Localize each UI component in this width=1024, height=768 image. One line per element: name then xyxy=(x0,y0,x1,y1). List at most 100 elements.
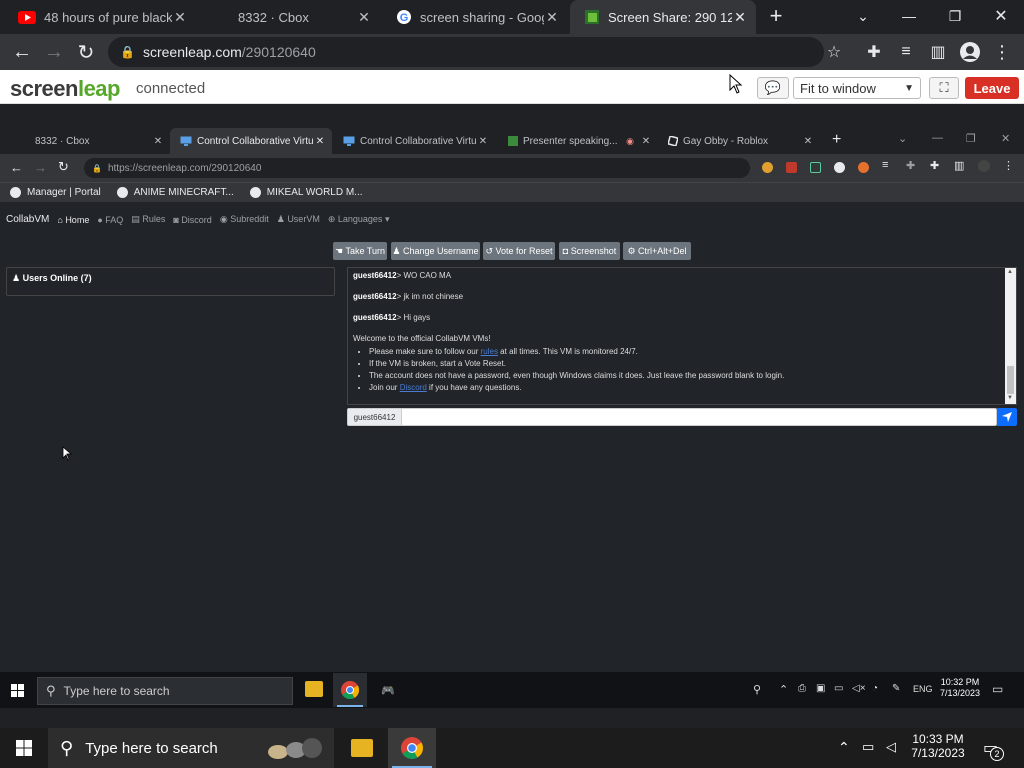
close-icon[interactable]: ✕ xyxy=(544,9,560,26)
back-icon[interactable]: ← xyxy=(10,160,23,175)
chrome-taskbar-item[interactable] xyxy=(333,673,367,707)
extension-cookie-icon[interactable] xyxy=(762,162,773,173)
windows-start-icon[interactable] xyxy=(11,684,24,697)
extension-puzzle-icon[interactable]: ✚ xyxy=(906,159,915,172)
take-turn-button[interactable]: ☚ Take Turn xyxy=(333,242,387,260)
scroll-up-icon[interactable]: ▲ xyxy=(1007,269,1013,275)
outer-address-bar[interactable]: 🔒 screenleap.com/290120640 xyxy=(108,37,824,67)
scroll-thumb[interactable] xyxy=(1007,366,1014,394)
leave-button[interactable]: Leave xyxy=(965,77,1019,99)
outer-tab-youtube[interactable]: 48 hours of pure black ✕ xyxy=(4,0,196,34)
new-tab-icon[interactable]: + xyxy=(758,0,794,32)
restore-icon[interactable]: ❐ xyxy=(966,132,976,145)
back-icon[interactable]: ← xyxy=(6,34,38,70)
extensions-icon[interactable]: ✚ xyxy=(930,159,939,172)
profile-icon[interactable] xyxy=(954,34,986,70)
close-icon[interactable]: ✕ xyxy=(152,136,164,147)
nav-uservm[interactable]: ♟ UserVM xyxy=(277,214,320,225)
change-username-button[interactable]: ♟ Change Username xyxy=(391,242,480,260)
close-icon[interactable]: ✕ xyxy=(802,136,814,147)
game-icon[interactable]: 🎮 xyxy=(381,684,395,697)
pen-icon[interactable]: ✎ xyxy=(892,683,900,694)
extensions-icon[interactable]: ✚ xyxy=(858,34,890,70)
side-panel-icon[interactable]: ▥ xyxy=(954,159,964,172)
network-icon[interactable]: ▭ xyxy=(862,739,874,755)
outer-tab-google[interactable]: G screen sharing - Google ✕ xyxy=(382,0,568,34)
chat-button[interactable]: 💬 xyxy=(757,77,789,99)
fit-select[interactable]: Fit to window ▼ xyxy=(793,77,921,99)
chrome-taskbar-item[interactable] xyxy=(388,728,436,768)
fullscreen-button[interactable]: ⛶ xyxy=(929,77,959,99)
file-explorer-icon[interactable] xyxy=(351,739,373,757)
restore-icon[interactable]: ❐ xyxy=(932,0,978,32)
inner-tab-collabvm-2[interactable]: Control Collaborative Virtual ✕ xyxy=(333,128,495,154)
extension-ublock-icon[interactable] xyxy=(786,162,797,173)
tab-search-icon[interactable]: ⌄ xyxy=(898,132,907,145)
send-button[interactable] xyxy=(997,408,1017,426)
outer-tab-screenleap[interactable]: Screen Share: 290 120 ✕ xyxy=(570,0,756,34)
close-icon[interactable]: ✕ xyxy=(477,136,489,147)
bookmark-item[interactable]: Manager | Portal xyxy=(10,187,101,198)
file-explorer-icon[interactable] xyxy=(305,681,323,697)
nav-languages[interactable]: ⊕ Languages ▾ xyxy=(328,214,390,225)
reload-icon[interactable]: ↻ xyxy=(70,34,102,70)
inner-tab-roblox[interactable]: Gay Obby - Roblox ✕ xyxy=(658,128,820,154)
tray-up-icon[interactable]: ⌃ xyxy=(779,683,788,696)
vote-reset-button[interactable]: ↺ Vote for Reset xyxy=(483,242,555,260)
close-icon[interactable]: ✕ xyxy=(356,9,372,26)
tray-icon-2[interactable]: ▣ xyxy=(816,683,825,694)
new-tab-icon[interactable]: + xyxy=(832,131,841,149)
extension-c-icon[interactable] xyxy=(834,162,845,173)
nav-faq[interactable]: ● FAQ xyxy=(97,215,123,225)
nav-discord[interactable]: ◙ Discord xyxy=(173,215,211,225)
outer-search-box[interactable]: ⚲ Type here to search xyxy=(48,728,334,768)
outer-clock[interactable]: 10:33 PM 7/13/2023 xyxy=(906,732,970,761)
window-close-icon[interactable]: ✕ xyxy=(978,0,1024,32)
collabvm-brand[interactable]: CollabVM xyxy=(6,214,49,225)
extension-fox-icon[interactable] xyxy=(858,162,869,173)
ctrl-alt-del-button[interactable]: ⚙ Ctrl+Alt+Del xyxy=(623,242,691,260)
reload-icon[interactable]: ↻ xyxy=(58,159,69,175)
inner-tab-collabvm[interactable]: Control Collaborative Virtual ✕ xyxy=(170,128,332,154)
media-icon[interactable]: ≡ xyxy=(890,34,922,70)
chat-scrollbar[interactable]: ▲ ▼ xyxy=(1005,268,1016,404)
volume-mute-icon[interactable]: ◁× xyxy=(852,683,866,694)
forward-icon[interactable]: → xyxy=(34,160,47,175)
nav-rules[interactable]: ▤ Rules xyxy=(131,214,165,225)
chat-input[interactable]: guest66412 xyxy=(347,408,997,426)
menu-icon[interactable]: ⋮ xyxy=(986,34,1018,70)
inner-tab-cbox[interactable]: 8332 · Cbox ✕ xyxy=(20,128,170,154)
rules-link[interactable]: rules xyxy=(481,347,498,356)
profile-icon[interactable] xyxy=(978,160,990,172)
inner-tab-presenter[interactable]: Presenter speaking... ◉ ✕ xyxy=(498,128,658,154)
inner-address-bar[interactable]: 🔒 https://screenleap.com/290120640 xyxy=(84,158,750,178)
close-icon[interactable]: ✕ xyxy=(314,136,326,147)
inner-clock[interactable]: 10:32 PM 7/13/2023 xyxy=(936,677,984,699)
close-icon[interactable]: ✕ xyxy=(640,136,652,147)
notification-icon[interactable]: ▭ xyxy=(992,682,1003,696)
forward-icon[interactable]: → xyxy=(38,34,70,70)
wifi-icon[interactable]: ◔ xyxy=(872,683,878,694)
side-panel-icon[interactable]: ▥ xyxy=(922,34,954,70)
nav-home[interactable]: ⌂ Home xyxy=(57,215,89,225)
bookmark-item[interactable]: ANIME MINECRAFT... xyxy=(116,187,234,198)
minimize-icon[interactable]: — xyxy=(932,132,943,144)
tray-icon-1[interactable]: ⎙ xyxy=(798,683,806,694)
language-indicator[interactable]: ENG xyxy=(913,684,933,694)
tab-search-icon[interactable]: ⌄ xyxy=(840,0,886,32)
minimize-icon[interactable]: — xyxy=(886,0,932,32)
nav-subreddit[interactable]: ◉ Subreddit xyxy=(220,214,269,225)
inner-search-box[interactable]: ⚲ Type here to search xyxy=(37,677,293,705)
window-close-icon[interactable]: ✕ xyxy=(1001,132,1010,145)
extension-s-icon[interactable] xyxy=(810,162,821,173)
tray-up-icon[interactable]: ⌃ xyxy=(838,739,850,756)
scroll-down-icon[interactable]: ▼ xyxy=(1007,395,1013,401)
people-icon[interactable]: ⚲ xyxy=(753,683,761,696)
media-icon[interactable]: ≡ xyxy=(882,159,888,171)
menu-icon[interactable]: ⋮ xyxy=(1003,159,1014,172)
close-icon[interactable]: ✕ xyxy=(732,9,748,26)
outer-tab-cbox[interactable]: 8332 · Cbox ✕ xyxy=(198,0,380,34)
bookmark-item[interactable]: MIKEAL WORLD M... xyxy=(249,187,363,198)
windows-start-icon[interactable] xyxy=(16,740,32,756)
close-icon[interactable]: ✕ xyxy=(172,9,188,26)
